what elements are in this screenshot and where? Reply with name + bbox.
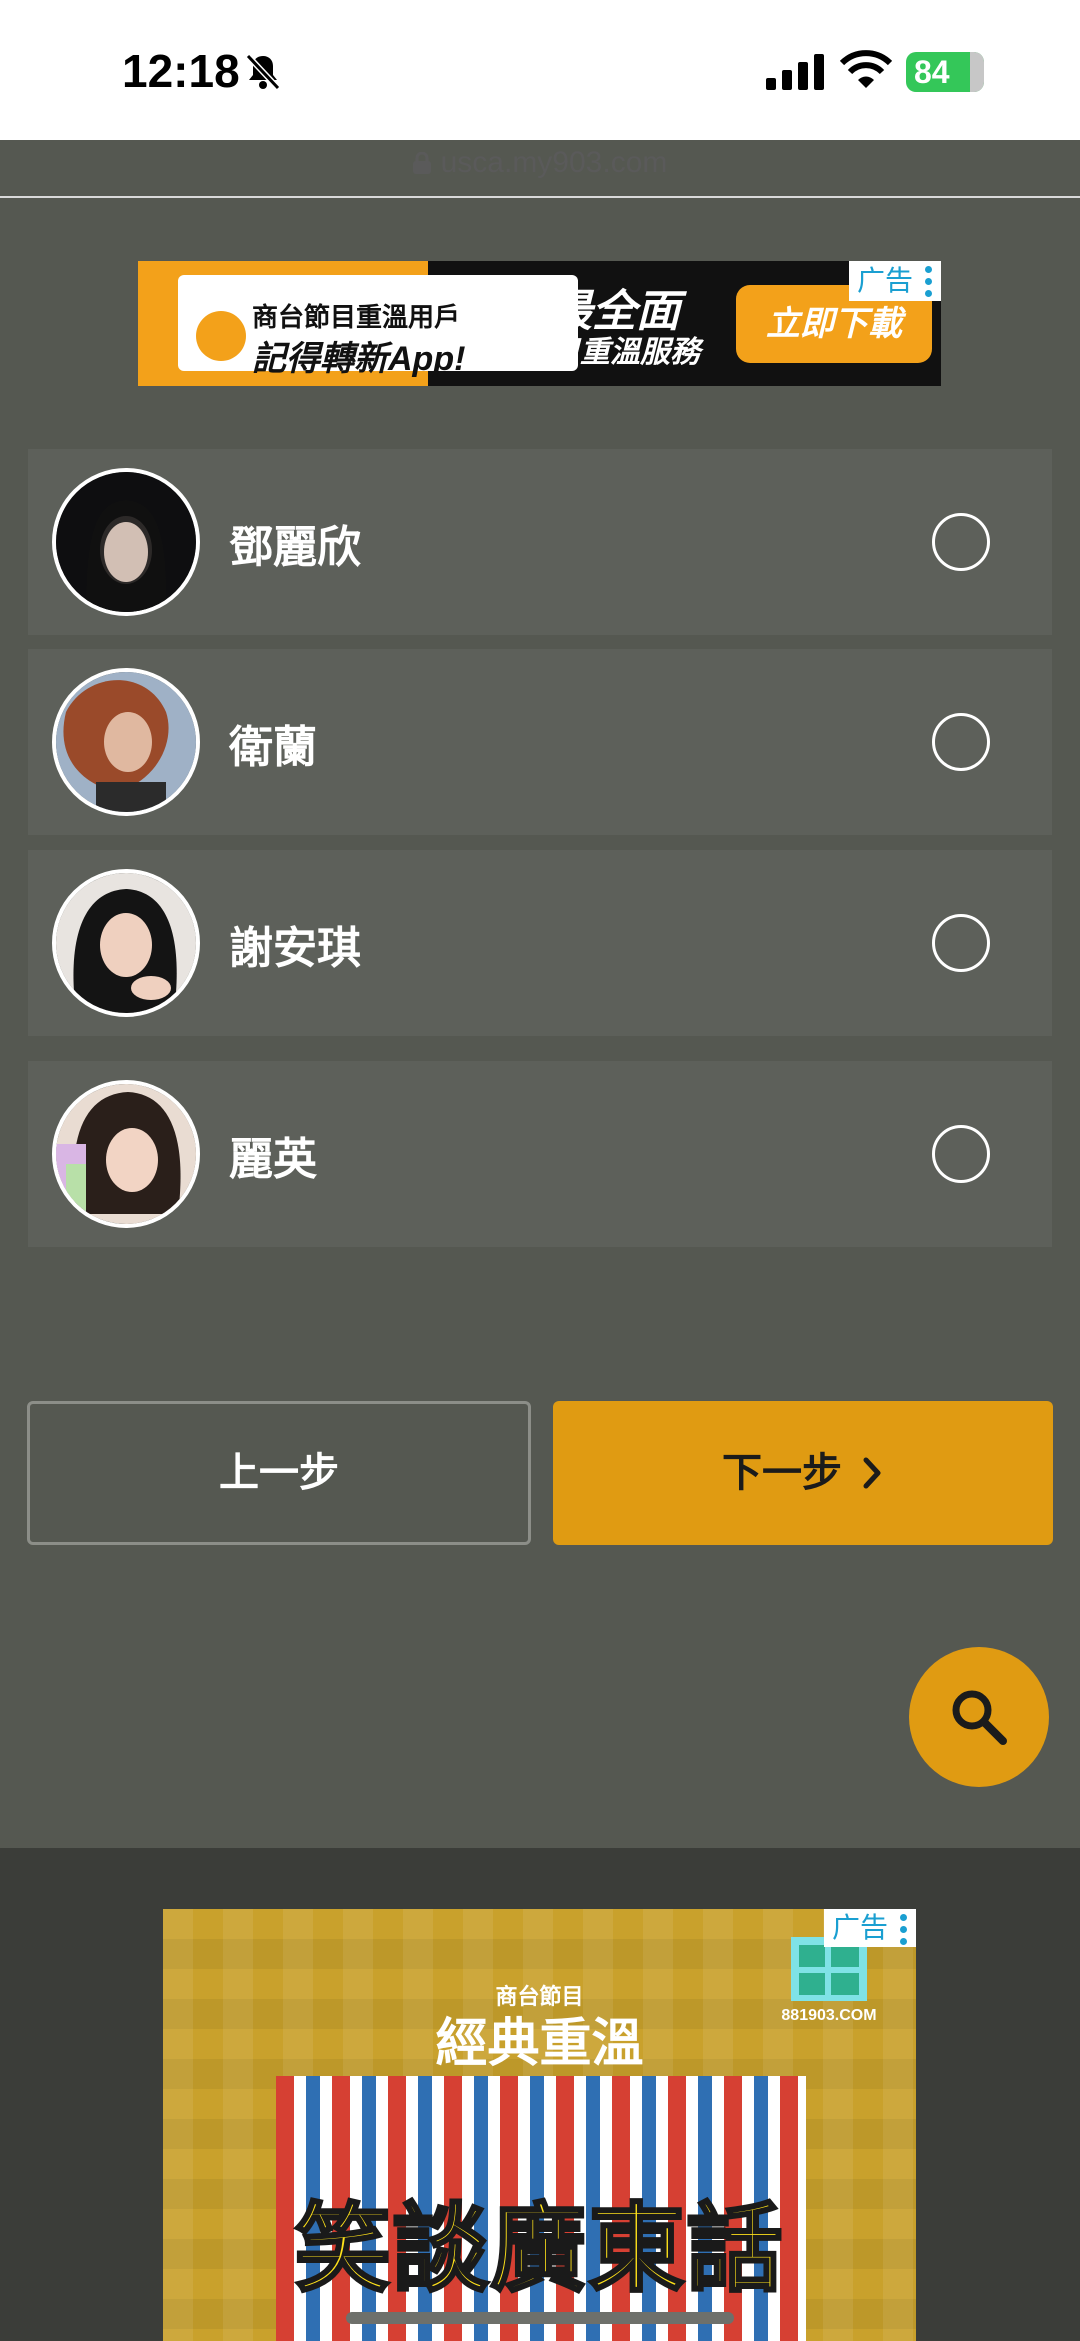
- search-icon: [952, 1690, 1007, 1745]
- artist-name: 麗英: [229, 1134, 317, 1185]
- more-options-icon: [900, 1909, 908, 1950]
- brand-text: 881903.COM: [781, 2007, 877, 2024]
- avatar: [52, 668, 200, 816]
- next-step-button[interactable]: 下一步: [553, 1401, 1053, 1545]
- radio-button[interactable]: [932, 513, 990, 571]
- divider: [0, 196, 1080, 198]
- status-time: 12:18: [122, 45, 240, 97]
- artist-name: 鄧麗欣: [229, 522, 361, 573]
- previous-step-button[interactable]: 上一步: [27, 1401, 531, 1545]
- ad-headline: 笑談廣東話: [293, 2192, 785, 2307]
- top-ad-banner[interactable]: 商台節目重溫用戶 記得轉新App! 使用最全面 商台節目重溫服務 立即下載 广告: [138, 261, 941, 386]
- battery-level: 84: [914, 54, 950, 90]
- ad-tag[interactable]: 广告: [823, 1909, 916, 1950]
- bell-muted-icon: [245, 53, 281, 91]
- home-indicator[interactable]: [346, 2312, 734, 2324]
- cellular-signal-icon: [766, 54, 824, 90]
- brand-logo: 881903.COM: [769, 1937, 889, 2037]
- list-item[interactable]: 謝安琪: [28, 850, 1052, 1036]
- avatar: [52, 869, 200, 1017]
- radio-button[interactable]: [932, 713, 990, 771]
- chevron-right-icon: [863, 1457, 881, 1489]
- ad-subline: 商台節目重溫服務: [460, 336, 700, 369]
- ad-line-1: 商台節目重溫用戶: [252, 302, 461, 332]
- bottom-ad-banner[interactable]: 商台節目 經典重溫 881903.COM 笑談廣東話 广告: [163, 1909, 916, 2341]
- wifi-icon: [840, 50, 892, 88]
- address-bar[interactable]: usca.my903.com: [0, 146, 1080, 180]
- more-options-icon: [925, 261, 933, 302]
- next-step-label: 下一步: [722, 1450, 842, 1496]
- avatar: [52, 468, 200, 616]
- app-logo-icon: [196, 311, 246, 361]
- list-item[interactable]: 衛蘭: [28, 649, 1052, 835]
- artist-name: 衛蘭: [229, 722, 317, 773]
- radio-button[interactable]: [932, 1125, 990, 1183]
- status-bar: 12:18 84 usca.my903.com: [0, 0, 1080, 198]
- artist-name: 謝安琪: [229, 923, 361, 974]
- battery-icon: 84: [906, 52, 984, 92]
- radio-button[interactable]: [932, 914, 990, 972]
- avatar: [52, 1080, 200, 1228]
- search-button[interactable]: [909, 1647, 1049, 1787]
- list-item[interactable]: 鄧麗欣: [28, 449, 1052, 635]
- ad-line-2: 記得轉新App!: [252, 340, 466, 378]
- list-item[interactable]: 麗英: [28, 1061, 1052, 1247]
- lock-icon: [412, 152, 431, 174]
- url-text: usca.my903.com: [440, 146, 668, 179]
- ad-tag[interactable]: 广告: [848, 261, 941, 302]
